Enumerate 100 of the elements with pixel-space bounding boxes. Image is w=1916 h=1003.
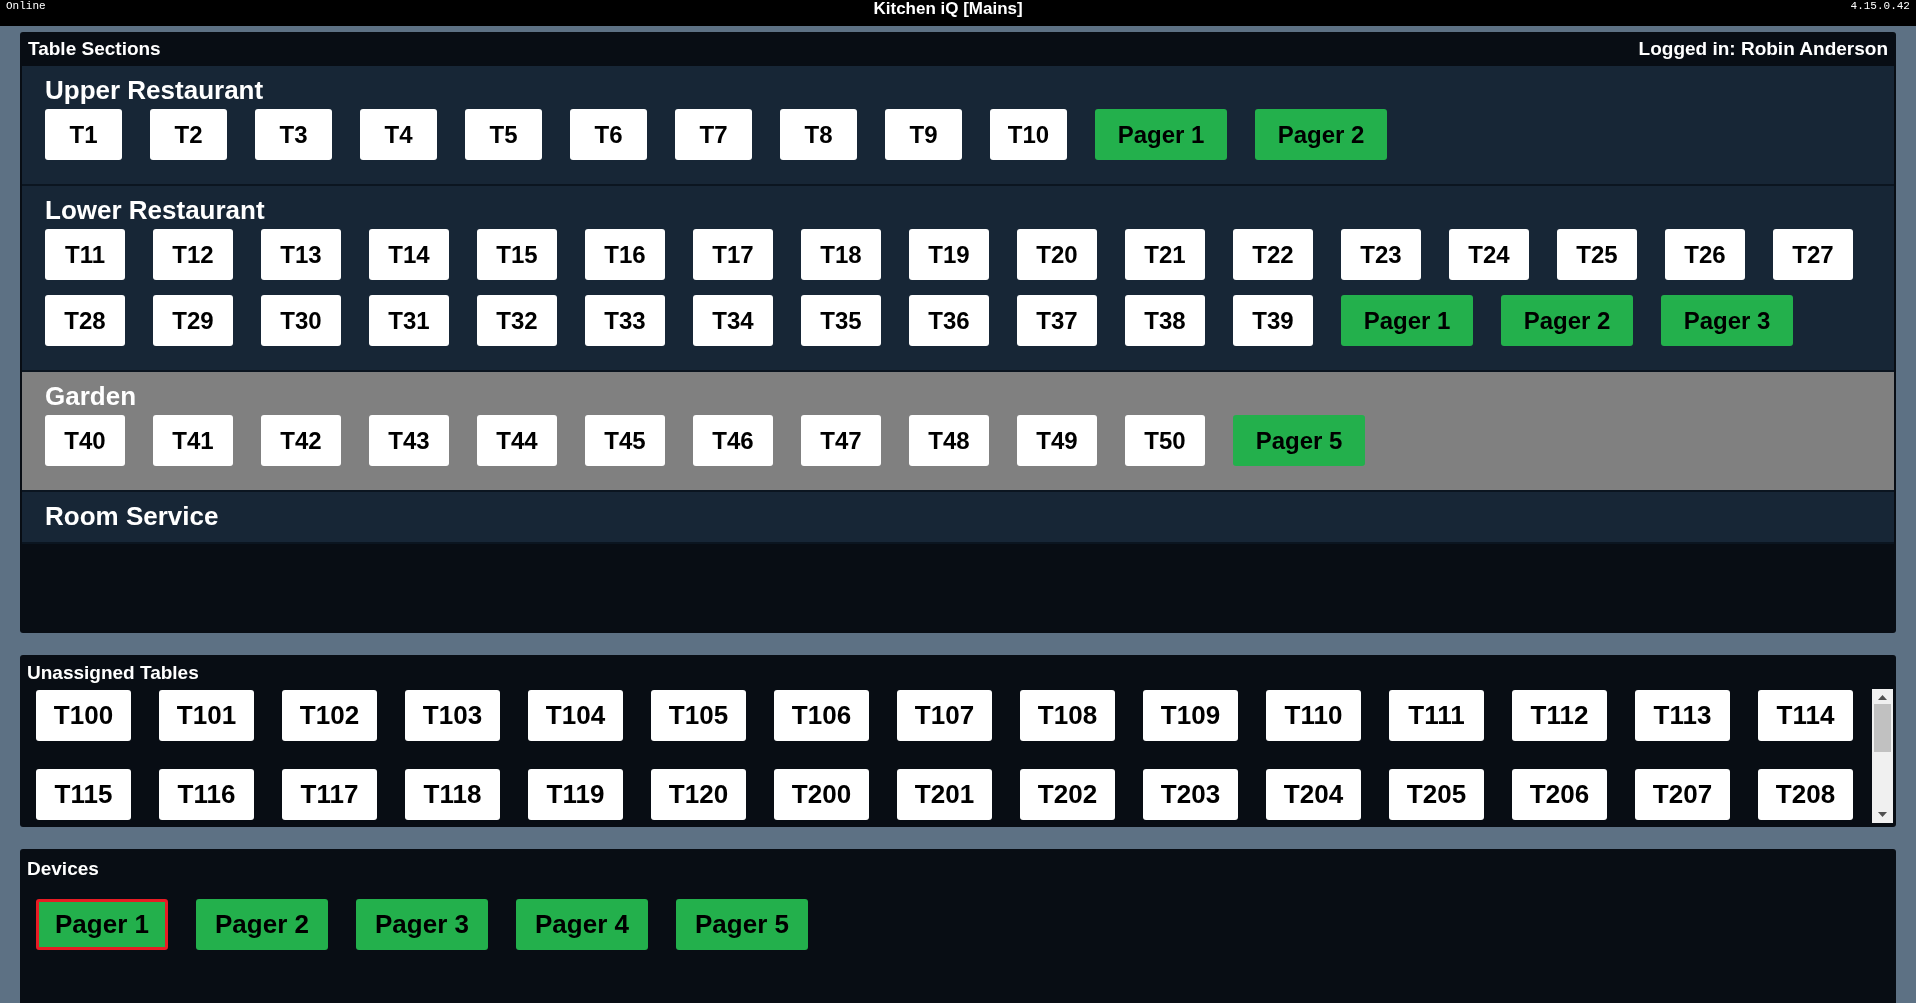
table-button[interactable]: T3 <box>255 109 332 160</box>
table-button[interactable]: T17 <box>693 229 773 280</box>
pager-button[interactable]: Pager 4 <box>516 898 648 950</box>
table-button[interactable]: T50 <box>1125 415 1205 466</box>
table-button[interactable]: T41 <box>153 415 233 466</box>
table-button[interactable]: T39 <box>1233 295 1313 346</box>
table-button[interactable]: T14 <box>369 229 449 280</box>
table-section[interactable]: Upper Restaurant T1 T2 T3 T4 T5 T6 T7 T8 T9 T10 Pager 1 Pager 2 <box>22 66 1894 186</box>
table-button[interactable]: T48 <box>909 415 989 466</box>
table-button[interactable]: T105 <box>651 689 746 741</box>
window-title: Kitchen iQ [Mains] <box>873 0 1023 18</box>
table-button[interactable]: T12 <box>153 229 233 280</box>
table-button[interactable]: T4 <box>360 109 437 160</box>
table-button[interactable]: T204 <box>1266 768 1361 820</box>
pager-button[interactable]: Pager 2 <box>1501 295 1633 346</box>
table-button[interactable]: T43 <box>369 415 449 466</box>
table-button[interactable]: T36 <box>909 295 989 346</box>
table-button[interactable]: T6 <box>570 109 647 160</box>
table-button[interactable]: T42 <box>261 415 341 466</box>
table-button[interactable]: T13 <box>261 229 341 280</box>
table-button[interactable]: T22 <box>1233 229 1313 280</box>
table-button[interactable]: T206 <box>1512 768 1607 820</box>
table-button[interactable]: T20 <box>1017 229 1097 280</box>
table-button[interactable]: T35 <box>801 295 881 346</box>
table-button[interactable]: T102 <box>282 689 377 741</box>
pager-button[interactable]: Pager 1 <box>36 898 168 950</box>
table-button[interactable]: T37 <box>1017 295 1097 346</box>
table-button[interactable]: T114 <box>1758 689 1853 741</box>
table-button[interactable]: T107 <box>897 689 992 741</box>
pager-button[interactable]: Pager 1 <box>1341 295 1473 346</box>
table-button[interactable]: T7 <box>675 109 752 160</box>
pager-button[interactable]: Pager 3 <box>356 898 488 950</box>
pager-button[interactable]: Pager 2 <box>196 898 328 950</box>
table-button[interactable]: T116 <box>159 768 254 820</box>
table-button[interactable]: T119 <box>528 768 623 820</box>
table-button[interactable]: T26 <box>1665 229 1745 280</box>
table-button[interactable]: T18 <box>801 229 881 280</box>
table-button[interactable]: T2 <box>150 109 227 160</box>
table-button[interactable]: T30 <box>261 295 341 346</box>
table-button[interactable]: T5 <box>465 109 542 160</box>
table-button[interactable]: T46 <box>693 415 773 466</box>
table-button[interactable]: T29 <box>153 295 233 346</box>
table-button[interactable]: T1 <box>45 109 122 160</box>
table-button[interactable]: T44 <box>477 415 557 466</box>
pager-button[interactable]: Pager 2 <box>1255 109 1387 160</box>
table-button[interactable]: T27 <box>1773 229 1853 280</box>
scrollbar[interactable] <box>1872 689 1893 823</box>
table-button[interactable]: T117 <box>282 768 377 820</box>
table-button[interactable]: T208 <box>1758 768 1853 820</box>
table-button[interactable]: T19 <box>909 229 989 280</box>
table-button[interactable]: T32 <box>477 295 557 346</box>
table-button[interactable]: T106 <box>774 689 869 741</box>
table-button[interactable]: T118 <box>405 768 500 820</box>
table-button[interactable]: T103 <box>405 689 500 741</box>
table-button[interactable]: T23 <box>1341 229 1421 280</box>
table-button[interactable]: T10 <box>990 109 1067 160</box>
table-button[interactable]: T108 <box>1020 689 1115 741</box>
pager-button[interactable]: Pager 1 <box>1095 109 1227 160</box>
table-button[interactable]: T45 <box>585 415 665 466</box>
table-button[interactable]: T109 <box>1143 689 1238 741</box>
table-section[interactable]: Garden T40 T41 T42 T43 T44 T45 T46 T47 T48 T49 T50 Pager 5 <box>22 372 1894 492</box>
table-button[interactable]: T100 <box>36 689 131 741</box>
table-button[interactable]: T200 <box>774 768 869 820</box>
table-button[interactable]: T112 <box>1512 689 1607 741</box>
table-button[interactable]: T34 <box>693 295 773 346</box>
table-button[interactable]: T38 <box>1125 295 1205 346</box>
scroll-thumb[interactable] <box>1874 704 1891 752</box>
table-button[interactable]: T33 <box>585 295 665 346</box>
table-button[interactable]: T120 <box>651 768 746 820</box>
table-button[interactable]: T101 <box>159 689 254 741</box>
table-button[interactable]: T205 <box>1389 768 1484 820</box>
table-button[interactable]: T9 <box>885 109 962 160</box>
table-button[interactable]: T104 <box>528 689 623 741</box>
table-button[interactable]: T207 <box>1635 768 1730 820</box>
table-button[interactable]: T31 <box>369 295 449 346</box>
table-button[interactable]: T21 <box>1125 229 1205 280</box>
table-button[interactable]: T111 <box>1389 689 1484 741</box>
table-section[interactable]: Room Service <box>22 492 1894 544</box>
table-button[interactable]: T201 <box>897 768 992 820</box>
table-button[interactable]: T25 <box>1557 229 1637 280</box>
pager-button[interactable]: Pager 3 <box>1661 295 1793 346</box>
table-button[interactable]: T8 <box>780 109 857 160</box>
table-button[interactable]: T203 <box>1143 768 1238 820</box>
table-button[interactable]: T40 <box>45 415 125 466</box>
table-button[interactable]: T202 <box>1020 768 1115 820</box>
pager-button[interactable]: Pager 5 <box>676 898 808 950</box>
table-button[interactable]: T110 <box>1266 689 1361 741</box>
table-button[interactable]: T113 <box>1635 689 1730 741</box>
table-button[interactable]: T115 <box>36 768 131 820</box>
scroll-down-icon[interactable] <box>1878 812 1887 817</box>
table-button[interactable]: T49 <box>1017 415 1097 466</box>
pager-button[interactable]: Pager 5 <box>1233 415 1365 466</box>
table-button[interactable]: T28 <box>45 295 125 346</box>
table-button[interactable]: T11 <box>45 229 125 280</box>
table-button[interactable]: T16 <box>585 229 665 280</box>
table-section[interactable]: Lower Restaurant T11 T12 T13 T14 T15 T16 T17 T18 T19 T20 T21 T22 T23 T24 T25 T26 T27 T28 T29 T30 T31 T32 T33 T34 T35 T36 T37 T38 T39 Pager 1 Pager 2 Pager 3 <box>22 186 1894 372</box>
table-button[interactable]: T47 <box>801 415 881 466</box>
table-button[interactable]: T15 <box>477 229 557 280</box>
scroll-up-icon[interactable] <box>1878 695 1887 700</box>
table-button[interactable]: T24 <box>1449 229 1529 280</box>
